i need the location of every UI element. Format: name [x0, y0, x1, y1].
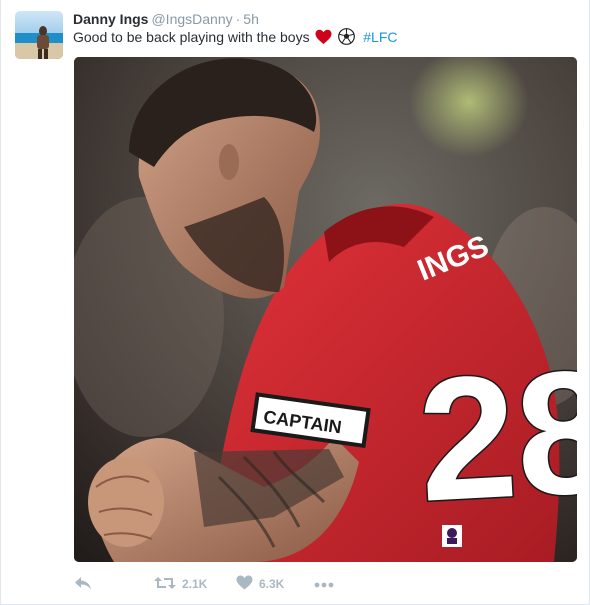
retweet-count: 2.1K: [182, 577, 208, 591]
author-handle[interactable]: @IngsDanny: [151, 11, 232, 27]
retweet-button[interactable]: 2.1K: [154, 574, 207, 594]
tweet-body: Good to be back playing with the boys: [73, 29, 310, 45]
more-dots-icon: [314, 577, 334, 591]
heart-icon: [315, 29, 332, 49]
hashtag-link[interactable]: #LFC: [363, 29, 397, 45]
like-button[interactable]: 6.3K: [236, 574, 284, 594]
header-separator: ·: [235, 11, 241, 27]
premier-league-badge-icon: [442, 525, 462, 547]
retweet-icon: [154, 575, 176, 594]
avatar[interactable]: [15, 11, 63, 59]
like-count: 6.3K: [259, 577, 285, 591]
tweet-header: Danny Ings @IngsDanny · 5h: [73, 10, 259, 28]
tweet-actions: 2.1K 6.3K: [74, 574, 404, 594]
tweet-timestamp[interactable]: 5h: [243, 11, 259, 27]
reply-button[interactable]: [74, 574, 92, 594]
reply-icon: [74, 575, 92, 594]
tweet-photo[interactable]: INGS 28 CAPTAIN: [74, 57, 577, 562]
tweet-text: Good to be back playing with the boys #L…: [73, 28, 398, 49]
more-button[interactable]: [314, 574, 334, 594]
tweet-border-left: [0, 0, 1, 605]
shirt-number: 28: [413, 332, 577, 540]
soccer-ball-icon: [338, 28, 356, 49]
shirt-number-text: 28: [414, 334, 577, 539]
author-name[interactable]: Danny Ings: [73, 11, 148, 27]
avatar-image: [15, 11, 63, 59]
like-heart-icon: [236, 575, 253, 593]
